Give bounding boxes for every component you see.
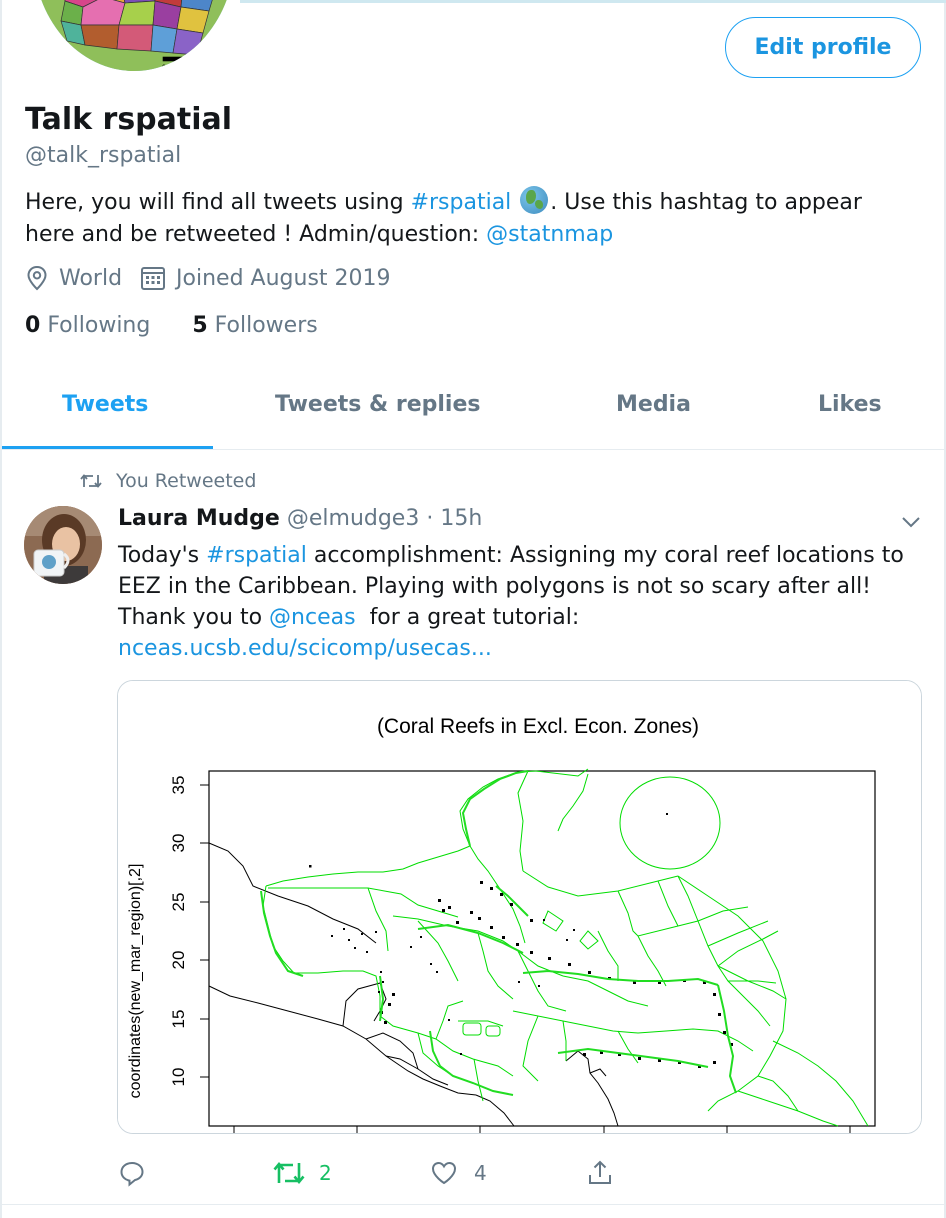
tweet-divider [0, 1204, 946, 1205]
chevron-down-icon [902, 517, 920, 528]
y-tick-20: 20 [169, 951, 188, 970]
profile-handle: @talk_rspatial [25, 143, 182, 168]
y-tick-25: 25 [169, 893, 188, 912]
author-name[interactable]: Laura Mudge [118, 506, 280, 531]
y-tick-15: 15 [169, 1010, 188, 1029]
author-avatar-image [24, 506, 102, 584]
following-count: 0 [25, 313, 41, 338]
tweet-url-link[interactable]: nceas.ucsb.edu/scicomp/usecas... [118, 636, 492, 661]
banner-edge [240, 0, 946, 3]
profile-avatar[interactable]: 0 100 [30, 0, 238, 74]
tab-tweets-and-replies[interactable]: Tweets & replies [275, 392, 481, 417]
plot-y-axis-label: coordinates(new_mar_region)[,2] [127, 864, 144, 1099]
coral-reef-map-plot: (Coral Reefs in Excl. Econ. Zones) coord… [118, 681, 921, 1133]
tab-tweets[interactable]: Tweets [62, 392, 148, 417]
author-avatar[interactable] [24, 506, 102, 584]
y-tick-35: 35 [169, 776, 188, 795]
following-link[interactable]: 0 Following [25, 313, 150, 338]
profile-location: World [59, 265, 123, 291]
edit-profile-button[interactable]: Edit profile [725, 17, 921, 78]
left-border [0, 0, 2, 1218]
heart-icon [431, 1161, 457, 1185]
profile-name: Talk rspatial [25, 102, 233, 137]
location-pin-icon [27, 265, 47, 291]
avatar-map-image: 0 100 [33, 0, 235, 71]
y-tick-10: 10 [169, 1068, 188, 1087]
profile-joined-date: Joined August 2019 [176, 265, 391, 291]
tabs-divider [0, 449, 946, 450]
plot-title: (Coral Reefs in Excl. Econ. Zones) [377, 715, 699, 738]
author-time-separator: · [426, 506, 434, 531]
tab-media[interactable]: Media [616, 392, 691, 417]
followers-label: Followers [214, 313, 318, 338]
retweet-count: 2 [319, 1161, 332, 1185]
retweet-small-icon [80, 474, 102, 488]
scale-label-0: 0 [162, 64, 166, 71]
calendar-icon [141, 267, 166, 290]
tweet-text-1: Today's [118, 543, 207, 568]
followers-link[interactable]: 5 Followers [192, 313, 317, 338]
profile-bio: Here, you will find all tweets using #rs… [25, 186, 915, 251]
bio-text-1: Here, you will find all tweets using [25, 190, 411, 215]
scale-label-100: 100 [179, 64, 191, 71]
reply-icon [120, 1161, 144, 1187]
tweet-author-line: Laura Mudge @elmudge3 · 15h [118, 506, 482, 531]
author-handle[interactable]: @elmudge3 [287, 506, 419, 531]
retweet-icon [273, 1161, 305, 1185]
tweet-text: Today's #rspatial accomplishment: Assign… [118, 540, 918, 664]
tweet-hashtag-link[interactable]: #rspatial [206, 543, 307, 568]
bio-hashtag-link[interactable]: #rspatial [411, 190, 512, 215]
tweet-media-image[interactable]: (Coral Reefs in Excl. Econ. Zones) coord… [117, 680, 922, 1134]
share-icon [589, 1160, 611, 1184]
reply-button[interactable] [118, 1158, 160, 1188]
tweet-mention-link[interactable]: @nceas [269, 605, 356, 630]
bio-mention-link[interactable]: @statnmap [486, 222, 613, 247]
tab-likes[interactable]: Likes [818, 392, 882, 417]
retweet-notice-text: You Retweeted [116, 470, 257, 492]
retweet-notice: You Retweeted [80, 470, 256, 492]
following-label: Following [47, 313, 151, 338]
share-button[interactable] [586, 1158, 614, 1188]
like-count: 4 [474, 1161, 487, 1185]
profile-meta: World Joined August 2019 [25, 265, 391, 291]
globe-emoji-icon [520, 186, 549, 214]
followers-count: 5 [192, 313, 208, 338]
tweet-time[interactable]: 15h [440, 506, 482, 531]
follow-counts: 0 Following 5 Followers [25, 313, 318, 338]
tweet-text-3: for a great tutorial: [355, 605, 587, 630]
tweet-menu-button[interactable] [900, 514, 922, 534]
like-button[interactable]: 4 [430, 1158, 487, 1188]
retweet-button[interactable]: 2 [273, 1158, 332, 1188]
y-tick-30: 30 [169, 834, 188, 853]
